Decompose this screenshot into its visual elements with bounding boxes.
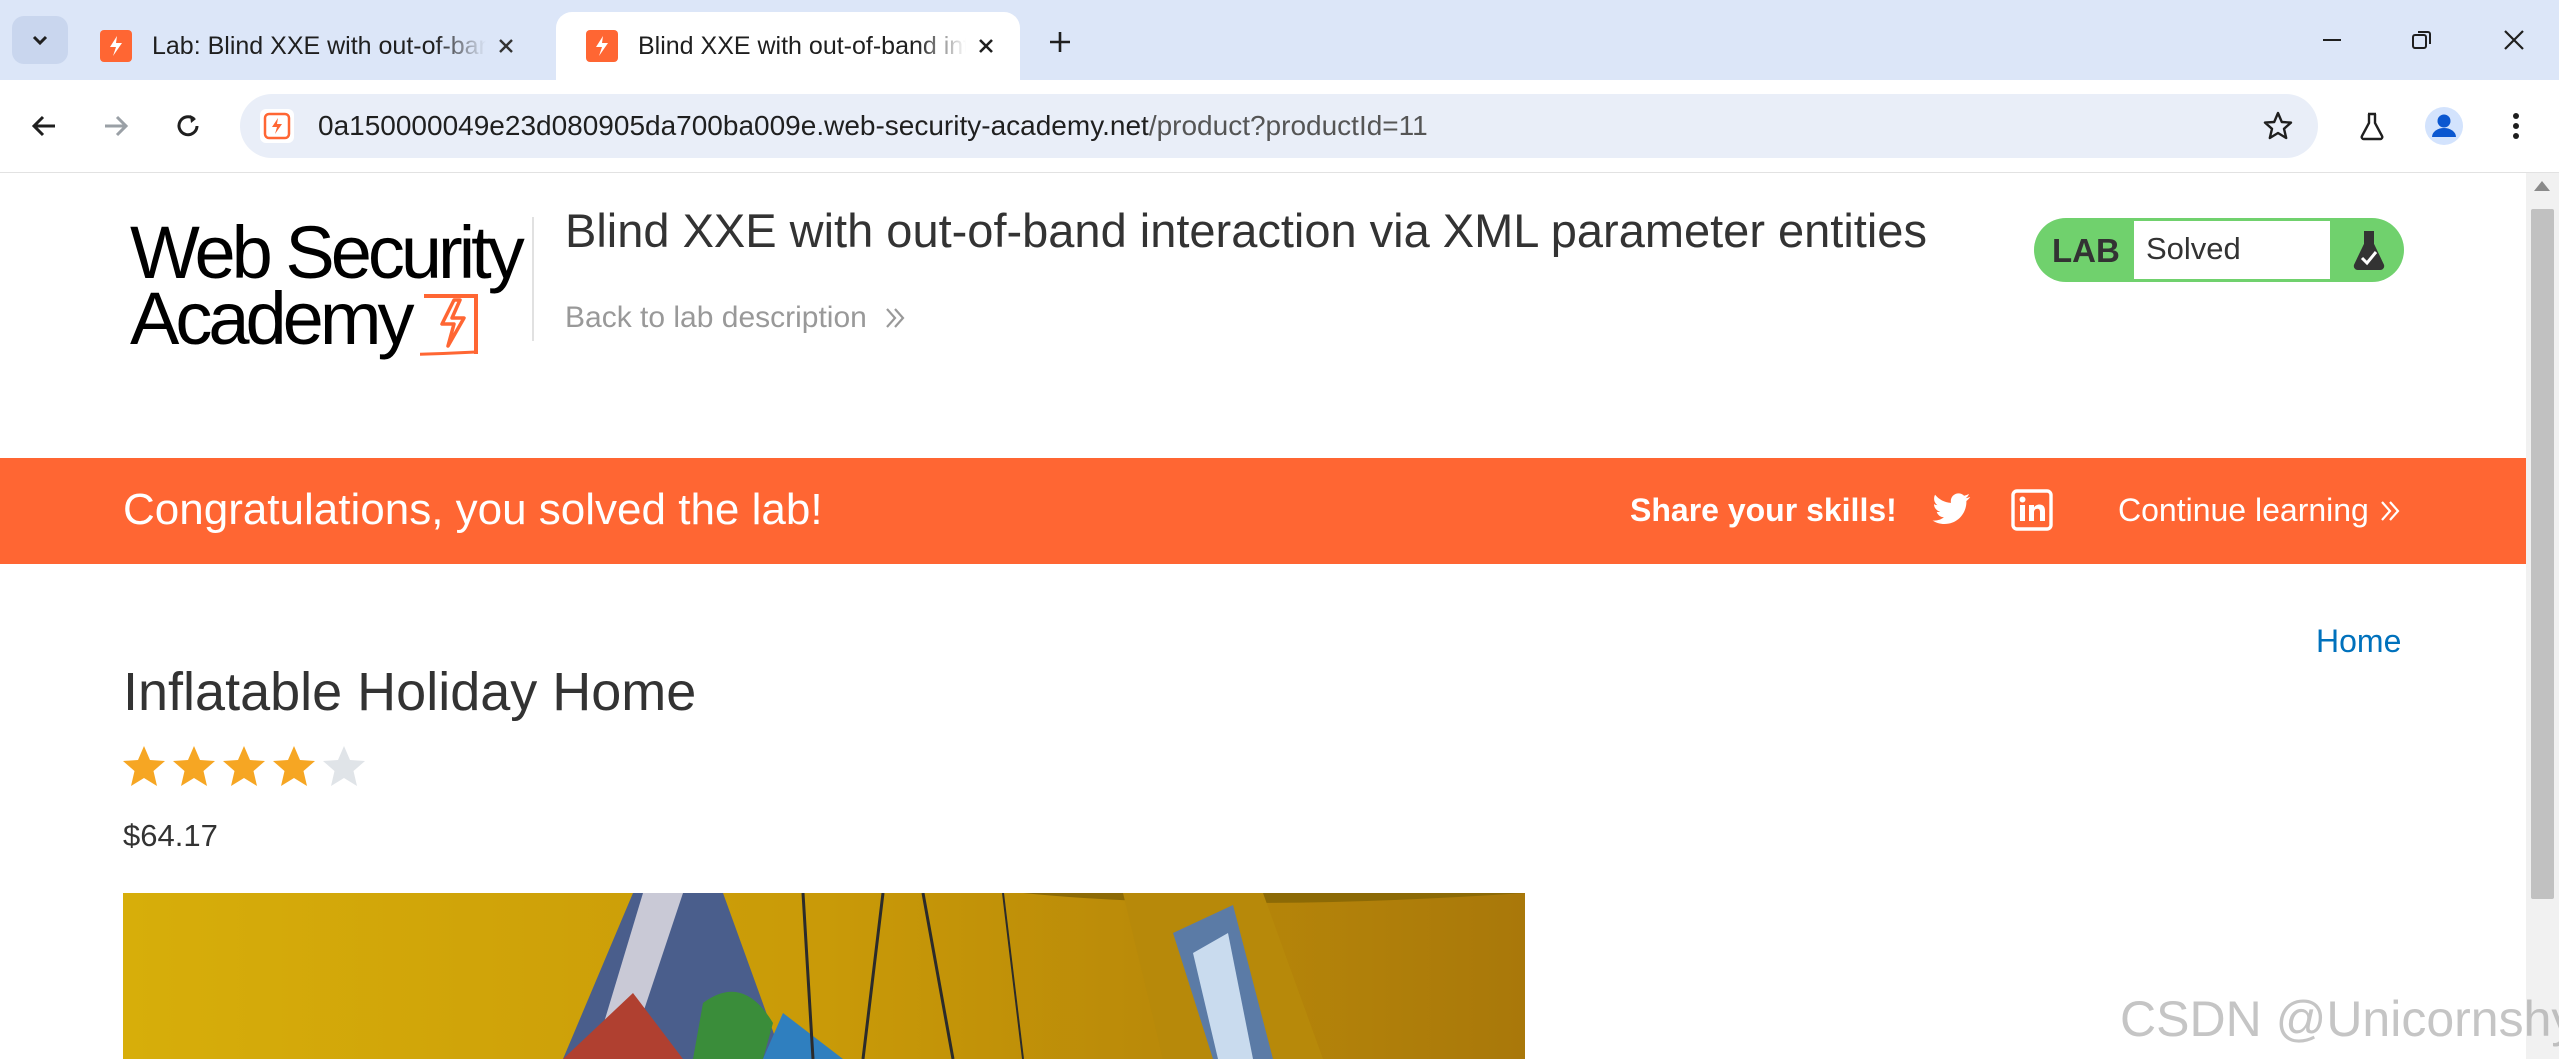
close-icon[interactable]: [966, 26, 1006, 66]
tab-lab-active[interactable]: Blind XXE with out-of-band interaction v…: [556, 12, 1020, 80]
restore-icon[interactable]: [2392, 14, 2452, 66]
portswigger-favicon-icon: [586, 30, 618, 62]
lab-label: LAB: [2052, 232, 2120, 269]
product-title: Inflatable Holiday Home: [123, 662, 697, 722]
menu-icon[interactable]: [2492, 102, 2540, 150]
forward-icon[interactable]: [92, 102, 140, 150]
star-filled-icon: [223, 746, 265, 786]
continue-learning-label: Continue learning: [2118, 492, 2369, 528]
double-chevron-right-icon: [2381, 500, 2400, 521]
new-tab-icon[interactable]: [1038, 20, 1082, 64]
reload-icon[interactable]: [164, 102, 212, 150]
address-bar[interactable]: 0a150000049e23d080905da700ba009e.web-sec…: [240, 94, 2318, 158]
congratulations-banner: Congratulations, you solved the lab! Sha…: [0, 458, 2526, 564]
logo-line2: Academy: [130, 277, 414, 360]
back-to-lab-description-link[interactable]: Back to lab description: [565, 301, 909, 335]
tab-strip: Lab: Blind XXE with out-of-band interact…: [0, 0, 2559, 80]
watermark: CSDN @Unicornshy: [2120, 991, 2559, 1047]
header-divider: [532, 217, 534, 341]
star-filled-icon: [123, 746, 165, 786]
lab-status-widget: LAB Solved: [2034, 218, 2404, 282]
logo-bolt-icon: [420, 294, 478, 356]
linkedin-icon[interactable]: [2010, 488, 2054, 532]
congrats-message: Congratulations, you solved the lab!: [123, 485, 823, 534]
continue-learning-link[interactable]: Continue learning: [2118, 492, 2403, 529]
portswigger-favicon-icon: [100, 30, 132, 62]
window-close-icon[interactable]: [2484, 14, 2544, 66]
star-filled-icon: [173, 746, 215, 786]
bookmark-star-icon[interactable]: [2260, 108, 2296, 144]
web-security-academy-logo[interactable]: Web Security Academy: [124, 216, 525, 360]
product-price: $64.17: [123, 818, 218, 853]
url-host: 0a150000049e23d080905da700ba009e.web-sec…: [318, 110, 1149, 141]
double-chevron-right-icon: [886, 308, 905, 328]
star-empty-icon: [323, 746, 365, 786]
tab-lab-description[interactable]: Lab: Blind XXE with out-of-band interact…: [70, 12, 540, 80]
chevron-down-icon: [32, 35, 48, 46]
back-icon[interactable]: [20, 102, 68, 150]
share-label: Share your skills!: [1630, 492, 1897, 528]
site-info-icon[interactable]: [260, 109, 294, 143]
twitter-icon[interactable]: [1930, 488, 1974, 532]
minimize-icon[interactable]: [2302, 14, 2362, 66]
vertical-scrollbar[interactable]: [2526, 173, 2559, 1059]
solved-flask-icon: [2334, 218, 2404, 282]
browser-toolbar: 0a150000049e23d080905da700ba009e.web-sec…: [0, 80, 2559, 173]
url-path: /product?productId=11: [1148, 110, 1428, 141]
product-rating: [120, 743, 370, 791]
scrollbar-thumb[interactable]: [2531, 209, 2554, 899]
home-link[interactable]: Home: [2316, 623, 2401, 660]
product-image: [123, 893, 1525, 1059]
lab-title: Blind XXE with out-of-band interaction v…: [565, 204, 1927, 257]
tab-title: Blind XXE with out-of-band interaction v…: [638, 31, 966, 60]
page-content: Web Security Academy Blind XXE with out-…: [0, 173, 2526, 1059]
profile-icon[interactable]: [2420, 102, 2468, 150]
close-icon[interactable]: [486, 26, 526, 66]
tab-title: Lab: Blind XXE with out-of-band interact…: [152, 31, 486, 60]
url-text[interactable]: 0a150000049e23d080905da700ba009e.web-sec…: [318, 110, 1428, 142]
back-link-label: Back to lab description: [565, 301, 867, 334]
labs-flask-icon[interactable]: [2348, 102, 2396, 150]
lab-status-text: Solved: [2146, 231, 2241, 266]
star-filled-icon: [273, 746, 315, 786]
scroll-up-arrow-icon[interactable]: [2534, 181, 2550, 191]
tab-search-button[interactable]: [12, 16, 68, 64]
